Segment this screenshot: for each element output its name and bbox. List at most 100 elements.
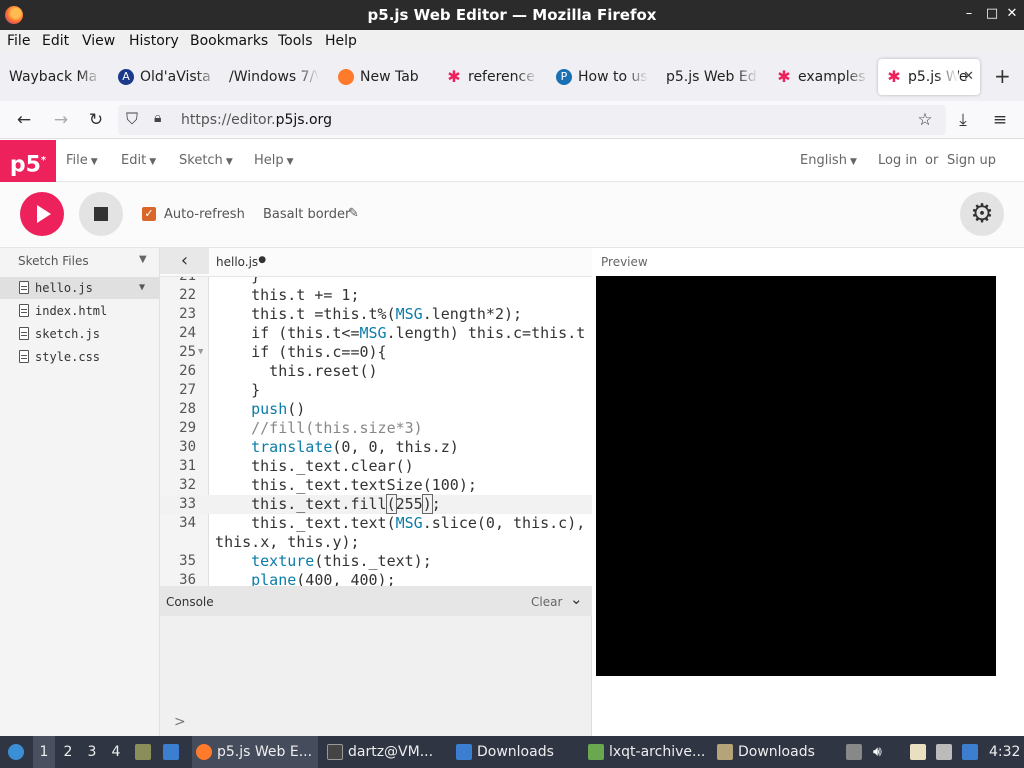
tray-app-icon[interactable] xyxy=(846,744,862,760)
autorefresh-checkbox[interactable]: ✓ xyxy=(142,207,156,221)
close-window-icon[interactable]: ✕ xyxy=(1004,6,1020,22)
pencil-icon[interactable]: ✎ xyxy=(348,206,359,221)
tab-p5-active[interactable]: ✱p5.js We ✕ xyxy=(878,59,980,95)
tab-newtab[interactable]: New Tab xyxy=(338,59,428,95)
code-line[interactable]: 28 push() xyxy=(160,400,592,419)
bookmark-star-icon[interactable]: ☆ xyxy=(914,109,936,131)
url-text[interactable]: https://editor.p5js.org xyxy=(181,112,332,128)
menu-edit[interactable]: Edit xyxy=(42,33,69,49)
language-select[interactable]: English ▼ xyxy=(800,153,857,168)
menu-help[interactable]: Help xyxy=(325,33,357,49)
minimize-icon[interactable]: – xyxy=(961,6,977,22)
workspace-2[interactable]: 2 xyxy=(57,736,79,768)
p5-menu-sketch[interactable]: Sketch ▼ xyxy=(179,153,233,168)
tab-howto[interactable]: P How to us xyxy=(556,59,648,95)
file-item[interactable]: hello.js ▼ xyxy=(0,277,160,299)
file-manager-launcher-icon[interactable] xyxy=(135,736,155,768)
file-item[interactable]: sketch.js xyxy=(0,323,160,345)
tab-p5-editor[interactable]: p5.js Web Ed xyxy=(666,59,758,95)
code-line[interactable]: 21 } xyxy=(160,277,592,286)
collapse-sidebar-button[interactable]: ‹ xyxy=(160,248,209,274)
code-text: texture(this._text); xyxy=(251,552,432,570)
updates-icon[interactable] xyxy=(962,744,978,760)
browser-menubar: File Edit View History Bookmarks Tools H… xyxy=(0,30,1024,54)
code-line[interactable]: 33 this._text.fill(255); xyxy=(160,494,592,514)
line-number: 26 xyxy=(179,363,196,379)
workspace-1[interactable]: 1 xyxy=(33,736,55,768)
line-number: 25 xyxy=(179,344,196,360)
code-line[interactable]: 34 this._text.text(MSG.slice(0, this.c), xyxy=(160,514,592,533)
tab-windows7[interactable]: /Windows 7/V xyxy=(229,59,319,95)
archive-icon xyxy=(588,744,604,760)
new-tab-icon[interactable]: + xyxy=(994,64,1011,88)
code-line[interactable]: 30 translate(0, 0, this.z) xyxy=(160,438,592,457)
preview-canvas[interactable] xyxy=(596,276,996,676)
tab-reference[interactable]: ✱ reference xyxy=(446,59,538,95)
workspace-3[interactable]: 3 xyxy=(81,736,103,768)
menu-history[interactable]: History xyxy=(129,33,179,49)
workspace-4[interactable]: 4 xyxy=(105,736,127,768)
code-line[interactable]: 22 this.t += 1; xyxy=(160,286,592,305)
console-clear-button[interactable]: Clear xyxy=(531,595,562,609)
tab-wayback[interactable]: Wayback Ma xyxy=(9,59,101,95)
p5-menu-file[interactable]: File ▼ xyxy=(66,153,98,168)
volume-icon[interactable]: 🔊︎ xyxy=(873,744,889,760)
menu-tools[interactable]: Tools xyxy=(278,33,313,49)
hamburger-menu-icon[interactable]: ≡ xyxy=(989,109,1011,131)
code-editor[interactable]: 21 } 22 this.t += 1; 23 this.t =this.t%(MS… xyxy=(160,276,592,586)
reload-icon[interactable]: ↻ xyxy=(85,109,107,131)
shield-icon[interactable]: ⛉ xyxy=(126,109,138,129)
taskbar-window-terminal[interactable]: dartz@VM... xyxy=(323,736,447,768)
downloads-icon[interactable]: ⤓ xyxy=(952,109,974,131)
start-menu-icon[interactable] xyxy=(4,736,28,768)
stop-button[interactable] xyxy=(79,192,123,236)
back-icon[interactable]: ← xyxy=(13,109,35,131)
taskbar-window-firefox[interactable]: p5.js Web E... xyxy=(192,736,318,768)
code-line[interactable]: 23 this.t =this.t%(MSG.length*2); xyxy=(160,305,592,324)
code-line[interactable]: 35 texture(this._text); xyxy=(160,552,592,571)
code-line[interactable]: 26 this.reset() xyxy=(160,362,592,381)
chevron-down-icon[interactable]: ⌄ xyxy=(570,590,583,608)
file-item[interactable]: style.css xyxy=(0,346,160,368)
close-tab-icon[interactable]: ✕ xyxy=(963,59,974,95)
lock-icon[interactable]: 🔒︎ xyxy=(154,110,161,126)
tab-examples[interactable]: ✱ examples xyxy=(776,59,868,95)
login-link[interactable]: Log in xyxy=(878,153,917,168)
forward-icon[interactable]: → xyxy=(50,109,72,131)
file-item[interactable]: index.html xyxy=(0,300,160,322)
settings-gear-icon[interactable]: ⚙ xyxy=(960,192,1004,236)
code-line[interactable]: 31 this._text.clear() xyxy=(160,457,592,476)
url-bar[interactable]: ⛉ 🔒︎ https://editor.p5js.org xyxy=(118,105,946,135)
signup-link[interactable]: Sign up xyxy=(947,153,996,168)
chevron-down-icon[interactable]: ▼ xyxy=(139,277,145,299)
taskbar-window-archiver[interactable]: lxqt-archive... xyxy=(584,736,708,768)
chevron-down-icon[interactable]: ▼ xyxy=(139,254,147,265)
menu-file[interactable]: File xyxy=(7,33,30,49)
maximize-icon[interactable]: □ xyxy=(984,6,1000,22)
show-desktop-icon[interactable] xyxy=(163,736,183,768)
taskbar-window-downloads-2[interactable]: Downloads xyxy=(713,736,839,768)
play-button[interactable] xyxy=(20,192,64,236)
menu-view[interactable]: View xyxy=(82,33,115,49)
code-line[interactable]: this.x, this.y); xyxy=(160,533,592,552)
code-line[interactable]: 25 if (this.c==0){▼ xyxy=(160,343,592,362)
code-text: this._text.fill(255); xyxy=(215,494,441,514)
code-line[interactable]: 29 //fill(this.size*3) xyxy=(160,419,592,438)
taskbar-window-downloads[interactable]: Downloads xyxy=(452,736,578,768)
code-line[interactable]: 32 this._text.textSize(100); xyxy=(160,476,592,495)
sketch-name[interactable]: Basalt border xyxy=(263,207,350,222)
code-line[interactable]: 27 } xyxy=(160,381,592,400)
code-line[interactable]: 36 plane(400, 400); xyxy=(160,571,592,586)
file-icon xyxy=(19,327,29,340)
tab-oldavista[interactable]: A Old'aVista xyxy=(118,59,218,95)
window-titlebar: p5.js Web Editor — Mozilla Firefox – □ ✕ xyxy=(0,0,1024,30)
network-icon[interactable] xyxy=(936,744,952,760)
console-prompt[interactable]: > xyxy=(174,714,186,730)
p5-menu-edit[interactable]: Edit ▼ xyxy=(121,153,156,168)
clipboard-icon[interactable] xyxy=(910,744,926,760)
p5-logo[interactable]: p5* xyxy=(0,140,56,182)
menu-bookmarks[interactable]: Bookmarks xyxy=(190,33,268,49)
p5-menu-help[interactable]: Help ▼ xyxy=(254,153,294,168)
fold-arrow-icon[interactable]: ▼ xyxy=(198,343,203,362)
code-line[interactable]: 24 if (this.t<=MSG.length) this.c=this.t xyxy=(160,324,592,343)
